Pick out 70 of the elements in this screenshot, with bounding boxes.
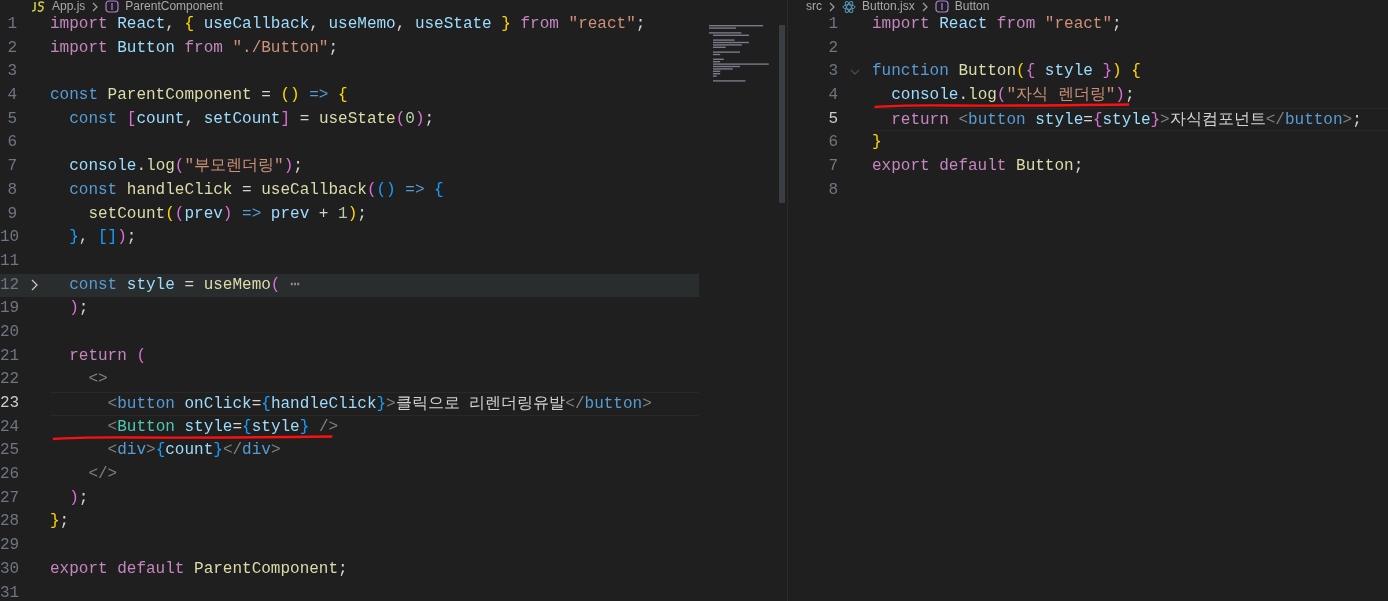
code-line: const ParentComponent = () => { [50,85,348,107]
line-number: 6 [827,132,838,154]
line-number: 8 [827,179,838,201]
code-line: </> [87,464,118,486]
code-line: const [count, setCount] = useState(0); [68,108,435,130]
line-number: 3 [827,61,838,83]
line-number: 24 [0,416,17,438]
code-line: import React from "react"; [872,14,1122,35]
line-number: 25 [0,440,17,462]
line-number: 4 [6,85,17,107]
code-line: return <button style={style}>자식컴포넌트</button>; [890,109,1362,131]
line-number: 1 [827,14,838,35]
code-line: setCount((prev) => prev + 1); [87,203,367,225]
line-number: 19 [0,298,17,320]
line-number: 8 [6,179,17,201]
code-line: import Button from "./Button"; [50,37,339,59]
symbol-icon [105,0,120,13]
code-line: }; [50,511,70,533]
code-line: const handleClick = useCallback(() => { [68,179,444,201]
line-number: 26 [0,464,17,486]
code-line: return ( [68,345,147,367]
line-number: 22 [0,369,17,391]
line-number: 7 [6,156,17,178]
code-line: console.log("자식 렌더링"); [872,84,1135,108]
js-file-icon [30,1,46,12]
breadcrumb-item[interactable]: Button.jsx [862,0,915,13]
line-number: 3 [6,61,17,83]
line-number: 28 [0,511,17,533]
line-number: 12 [0,274,17,296]
line-number: 20 [0,321,17,343]
chevron-right-icon [920,1,929,12]
code-line: <Button style={style} /> [50,415,339,440]
line-number: 30 [0,558,17,580]
line-number: 29 [0,535,17,557]
code-line: <> [87,369,108,391]
code-line: } [872,132,882,154]
line-number: 5 [827,108,838,130]
line-number: 11 [0,250,17,272]
code-line: }, []); [68,227,137,249]
code-line: export default Button; [872,156,1084,178]
chevron-right-icon [91,1,100,12]
chevron-right-icon [828,1,836,12]
line-number: 5 [6,108,17,130]
code-line: <button onClick={handleClick}>클릭으로 리렌더링유발</button> [106,394,652,415]
code-line: function Button({ style }) { [872,61,1141,83]
line-number: 7 [827,156,838,178]
line-number: 10 [0,227,17,249]
line-number: 9 [6,203,17,225]
code-line: console.log("부모렌더링"); [68,156,303,178]
atom-icon [842,0,856,13]
line-number: 6 [6,132,17,154]
line-number: 2 [827,37,838,59]
line-number: 2 [6,37,17,59]
breadcrumb-item[interactable]: App.js [52,0,86,13]
line-number: 4 [827,85,838,107]
symbol-icon [934,0,949,13]
code-line: export default ParentComponent; [50,558,348,580]
code-line: ); [68,487,89,509]
breadcrumb-item[interactable]: Button [954,0,990,13]
line-number: 1 [6,14,17,35]
breadcrumb-item[interactable]: src [806,0,822,13]
code-line: const style = useMemo( ⋯ [68,274,300,296]
breadcrumb-item[interactable]: ParentComponent [125,0,223,13]
line-number: 21 [0,345,17,367]
code-line: <div>{count}</div> [106,440,281,462]
line-number: 23 [0,393,17,414]
code-line: ); [68,298,89,320]
line-number: 31 [0,582,17,601]
line-number: 27 [0,487,17,509]
code-line: import React, { useCallback, useMemo, useState } from "react"; [50,14,646,35]
